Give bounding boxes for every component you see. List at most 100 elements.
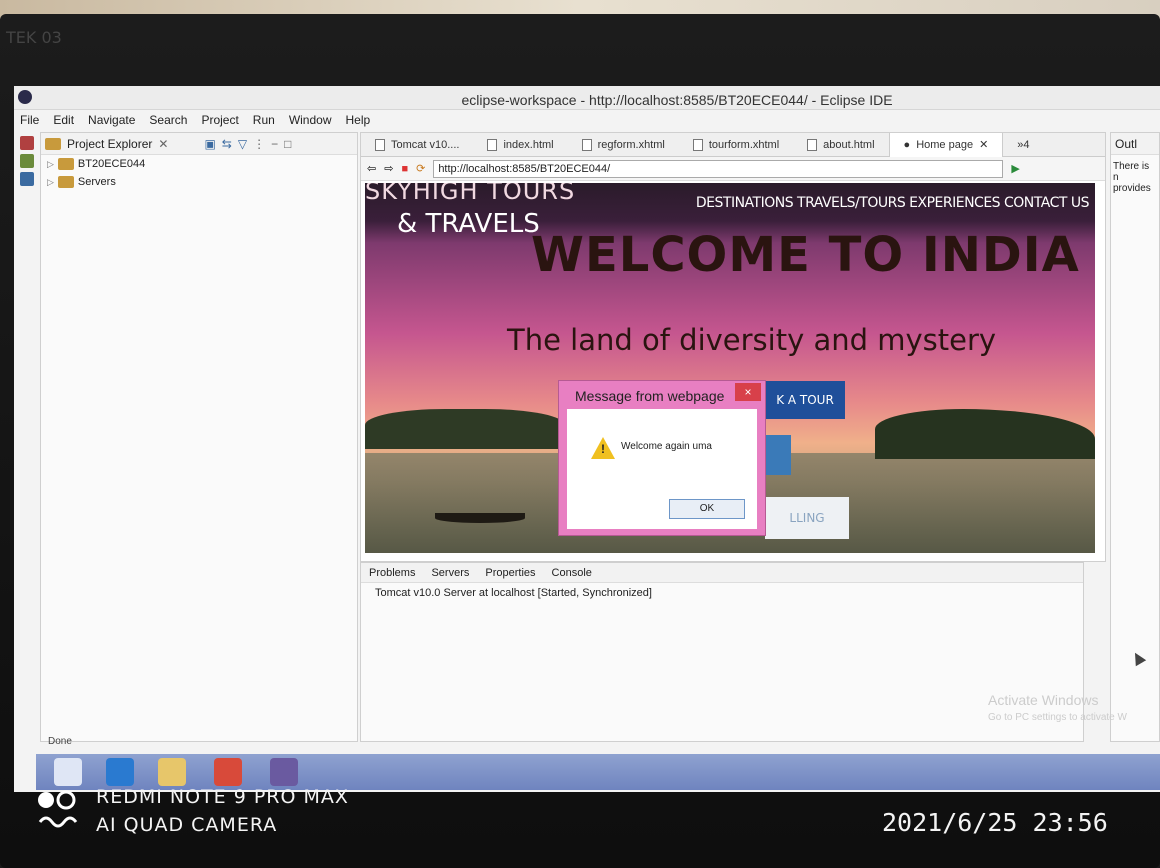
project-explorer-panel: Project Explorer ✕ ▣ ⇆ ▽ ⋮ − □ ▷ BT20ECE… — [40, 132, 358, 742]
screen: eclipse-workspace - http://localhost:858… — [14, 86, 1160, 792]
chrome-icon[interactable] — [214, 758, 242, 786]
warning-icon-mark: ! — [601, 442, 605, 456]
perspective-icon[interactable] — [20, 136, 34, 150]
file-icon — [487, 138, 498, 151]
tree-item-project[interactable]: ▷ BT20ECE044 — [41, 155, 357, 173]
tab-properties[interactable]: Properties — [485, 567, 535, 579]
menubar: File Edit Navigate Search Project Run Wi… — [14, 110, 1160, 130]
windows-taskbar — [36, 754, 1160, 790]
view-menu-icon[interactable]: ⋮ — [253, 137, 265, 151]
activate-windows-watermark: Activate Windows — [988, 692, 1099, 708]
tab-overflow-label: »4 — [1017, 138, 1030, 151]
forward-icon[interactable]: ⇨ — [384, 162, 393, 175]
photo-timestamp: 2021/6/25 23:56 — [882, 808, 1108, 837]
globe-icon: ● — [903, 138, 911, 151]
tree-item-servers[interactable]: ▷ Servers — [41, 173, 357, 191]
outline-message: There is n provides — [1111, 155, 1159, 200]
tab-tomcat[interactable]: Tomcat v10.... — [361, 133, 473, 157]
outline-message-line2: provides — [1113, 183, 1151, 194]
file-icon — [807, 138, 818, 151]
link-editor-icon[interactable]: ⇆ — [222, 137, 232, 151]
web-hero-title: WELCOME TO INDIA — [531, 227, 1080, 283]
tab-home-page[interactable]: ● Home page ✕ — [888, 132, 1004, 157]
tab-regform[interactable]: regform.xhtml — [568, 133, 679, 157]
back-icon[interactable]: ⇦ — [367, 162, 376, 175]
message-dialog: Message from webpage × ! Welcome again u… — [558, 380, 766, 536]
camera-model-text: REDMI NOTE 9 PRO MAX — [96, 786, 349, 808]
menu-navigate[interactable]: Navigate — [88, 113, 135, 127]
go-icon[interactable]: ▶ — [1011, 162, 1019, 175]
project-explorer-icon — [45, 137, 61, 150]
tab-tourform[interactable]: tourform.xhtml — [679, 133, 793, 157]
web-secondary-button[interactable] — [765, 435, 791, 475]
windows-start-icon[interactable] — [54, 758, 82, 786]
treeline-right-image — [875, 409, 1095, 459]
refresh-icon[interactable]: ⟳ — [416, 162, 425, 175]
dialog-ok-button[interactable]: OK — [669, 499, 745, 519]
web-icon[interactable] — [20, 172, 34, 186]
tab-label: index.html — [503, 138, 554, 151]
window-titlebar: eclipse-workspace - http://localhost:858… — [14, 86, 1160, 110]
window-title: eclipse-workspace - http://localhost:858… — [461, 92, 893, 108]
menu-project[interactable]: Project — [201, 113, 238, 127]
menu-file[interactable]: File — [20, 113, 39, 127]
dialog-body: ! Welcome again uma OK — [567, 409, 757, 529]
menu-help[interactable]: Help — [346, 113, 371, 127]
boat-image — [435, 513, 525, 523]
collapse-all-icon[interactable]: ▣ — [204, 137, 215, 151]
java-ee-icon[interactable] — [20, 154, 34, 168]
server-list-item[interactable]: Tomcat v10.0 Server at localhost [Starte… — [361, 583, 1083, 599]
close-icon[interactable]: ✕ — [158, 137, 168, 151]
expand-icon[interactable]: ▷ — [47, 159, 54, 170]
file-icon — [581, 138, 592, 151]
dialog-title: Message from webpage — [575, 388, 725, 404]
menu-run[interactable]: Run — [253, 113, 275, 127]
web-hero-subtitle: The land of diversity and mystery — [507, 323, 997, 357]
dialog-close-button[interactable]: × — [735, 383, 761, 401]
tab-index[interactable]: index.html — [473, 133, 567, 157]
menu-edit[interactable]: Edit — [53, 113, 74, 127]
tab-servers[interactable]: Servers — [431, 567, 469, 579]
camera-type-text: AI QUAD CAMERA — [96, 814, 278, 836]
tree-item-label: Servers — [77, 176, 116, 188]
tab-label: Tomcat v10.... — [391, 138, 460, 151]
minimize-icon[interactable]: − — [271, 137, 278, 151]
project-folder-icon — [57, 158, 74, 170]
status-bar-text: Done — [48, 736, 72, 747]
project-explorer-title[interactable]: Project Explorer — [67, 137, 152, 151]
maximize-icon[interactable]: □ — [284, 137, 291, 151]
tab-problems[interactable]: Problems — [369, 567, 415, 579]
stop-icon[interactable]: ■ — [401, 163, 408, 175]
web-brand-line1: SKYHIGH TOURS — [365, 183, 576, 205]
outline-header[interactable]: Outl — [1111, 133, 1159, 155]
internet-explorer-icon[interactable] — [106, 758, 134, 786]
outline-message-line1: There is n — [1113, 161, 1150, 183]
activate-windows-hint: Go to PC settings to activate W — [988, 712, 1127, 723]
close-icon[interactable]: ✕ — [979, 138, 988, 151]
expand-icon[interactable]: ▷ — [47, 177, 54, 188]
book-tour-button[interactable]: K A TOUR — [765, 381, 845, 419]
file-icon — [692, 138, 703, 151]
camera-logo-icon — [38, 790, 78, 828]
web-third-button[interactable]: LLING — [765, 497, 849, 539]
servers-folder-icon — [57, 176, 74, 188]
tab-label: tourform.xhtml — [708, 138, 780, 151]
bottom-tabs: Problems Servers Properties Console — [361, 563, 1083, 583]
browser-navbar: ⇦ ⇨ ■ ⟳ http://localhost:8585/BT20ECE044… — [361, 157, 1105, 181]
tab-label: about.html — [823, 138, 875, 151]
treeline-left-image — [365, 409, 565, 449]
outline-panel: Outl There is n provides — [1110, 132, 1160, 742]
tab-overflow[interactable]: »4 — [1003, 133, 1043, 157]
web-nav-links[interactable]: DESTINATIONS TRAVELS/TOURS EXPERIENCES C… — [696, 195, 1090, 211]
project-explorer-header: Project Explorer ✕ ▣ ⇆ ▽ ⋮ − □ — [41, 133, 357, 155]
menu-search[interactable]: Search — [149, 113, 187, 127]
tab-label: Home page — [916, 138, 974, 151]
tab-about[interactable]: about.html — [793, 133, 888, 157]
filter-icon[interactable]: ▽ — [238, 137, 247, 151]
file-explorer-icon[interactable] — [158, 758, 186, 786]
eclipse-taskbar-icon[interactable] — [270, 758, 298, 786]
menu-window[interactable]: Window — [289, 113, 332, 127]
tab-console[interactable]: Console — [552, 567, 592, 579]
web-brand-line2: & TRAVELS — [397, 209, 540, 239]
url-input[interactable]: http://localhost:8585/BT20ECE044/ — [433, 159, 1004, 178]
